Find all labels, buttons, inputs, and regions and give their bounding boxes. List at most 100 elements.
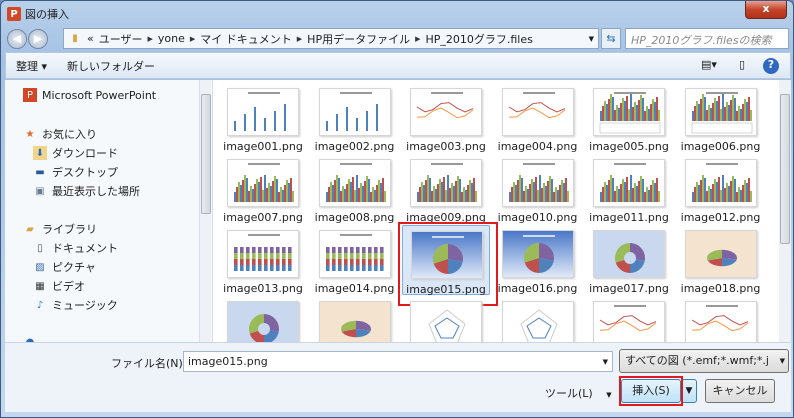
file-item[interactable]: image007.png [219,154,307,224]
bar-chart-thumbnail-icon [227,88,299,136]
file-item[interactable]: image013.png [219,225,307,295]
powerpoint-icon: P [7,7,21,21]
scroll-thumb[interactable] [201,94,211,214]
bar3-chart-thumbnail-icon [684,159,757,207]
file-item[interactable]: image008.png [311,154,399,224]
bar3-chart-thumbnail-icon [318,159,391,207]
file-item[interactable]: image011.png [585,154,673,224]
title-bar: P 図の挿入 [7,5,69,23]
recent-places-icon: ▣ [35,185,45,197]
sidebar-scrollbar[interactable] [199,80,211,342]
sidebar-item-label: ドキュメント [52,242,118,255]
insert-picture-dialog: P 図の挿入 x ◀ ▶ ▮ « ユーザー ▶ yone ▶ マイ ドキュメント ▶ HP用デ… [0,0,794,418]
filename-label: ファイル名(N): [111,357,187,370]
chevron-down-icon[interactable]: ▼ [603,358,608,366]
breadcrumb-item[interactable]: マイ ドキュメント [200,31,292,47]
file-item[interactable]: image024.png [677,296,765,342]
sidebar-item[interactable]: ▦ ビデオ [33,278,85,294]
breadcrumb-item[interactable]: « [87,32,94,45]
close-button[interactable]: x [745,1,787,19]
tools-label: ツール(L) [545,387,593,400]
search-input[interactable]: HP_2010グラフ.filesの検索 [625,28,789,49]
back-button[interactable]: ◀ [7,29,27,49]
preview-pane-icon[interactable]: ▯ [734,58,750,74]
filename-input[interactable]: image015.png ▼ [183,351,613,372]
bar3-chart-thumbnail-icon [593,159,665,207]
sidebar-item-label: ダウンロード [52,147,118,160]
forward-button[interactable]: ▶ [28,29,48,49]
filename-value: image015.png [188,355,268,368]
file-item[interactable]: image022.png [494,296,582,342]
file-item[interactable]: image006.png [677,83,765,153]
filetype-select[interactable]: すべての図 (*.emf;*.wmf;*.j ▼ [619,349,789,373]
file-name: image011.png [589,211,669,224]
pictures-icon: ▨ [35,261,45,273]
sidebar-item[interactable]: ▯ ドキュメント [33,240,118,256]
cancel-button[interactable]: キャンセル [705,379,775,403]
navigation-pane: P Microsoft PowerPoint ★ お気に入り ⬇ ダウンロード ▬ デスクトッ… [5,80,213,342]
radar-chart-thumbnail-icon [501,301,574,342]
sidebar-item-label: ライブラリ [42,223,97,236]
chevron-down-icon: ▼ [606,391,612,399]
refresh-button[interactable]: ⇆ [601,28,621,49]
breadcrumb-separator-icon[interactable]: ▶ [415,35,420,43]
file-item[interactable]: image017.png [585,225,673,295]
chevron-down-icon: ▼ [779,357,785,365]
tools-button[interactable]: ツール(L) ▼ [545,385,612,401]
file-item[interactable]: image020.png [311,296,399,342]
breadcrumb-separator-icon[interactable]: ▶ [297,35,302,43]
scroll-thumb[interactable] [780,94,790,244]
pie-chart-thumbnail-icon [411,231,483,279]
insert-dropdown-button[interactable]: ▼ [681,379,697,403]
file-item[interactable]: image010.png [494,154,582,224]
sidebar-item[interactable]: ♪ ミュージック [33,297,118,313]
sidebar-item[interactable]: ▰ ライブラリ [23,221,97,237]
breadcrumb-item[interactable]: ユーザー [99,31,143,47]
file-item[interactable]: image015.png [398,222,498,306]
sidebar-item[interactable]: ▬ デスクトップ [33,164,118,180]
file-item[interactable]: image016.png [494,225,582,295]
line-chart-thumbnail-icon [593,301,665,342]
sidebar-item[interactable]: ⬇ ダウンロード [33,145,118,161]
file-name: image018.png [680,282,761,295]
file-item[interactable]: image021.png [402,296,490,342]
breadcrumb-separator-icon[interactable]: ▶ [148,35,153,43]
breadcrumb-item[interactable]: yone [158,32,185,45]
file-item[interactable]: image018.png [677,225,765,295]
file-item[interactable]: image001.png [219,83,307,153]
file-item[interactable]: image002.png [311,83,399,153]
breadcrumb-item[interactable]: HP_2010グラフ.files [425,31,532,47]
view-options-icon[interactable]: ▤▾ [701,58,717,74]
file-item[interactable]: image019.png [219,296,307,342]
sidebar-item[interactable]: P Microsoft PowerPoint [23,88,156,102]
video-icon: ▦ [35,280,45,292]
file-item[interactable]: image014.png [311,225,399,295]
sidebar-item[interactable]: ★ お気に入り [23,126,97,142]
file-item[interactable]: image009.png [402,154,490,224]
sidebar-item[interactable]: ● [23,335,37,343]
sidebar-item-label: お気に入り [42,128,97,141]
file-name: image001.png [223,140,303,153]
file-item[interactable]: image004.png [494,83,582,153]
sidebar-item[interactable]: ▣ 最近表示した場所 [33,183,140,199]
help-icon[interactable]: ? [763,58,779,74]
sidebar-item-label: ピクチャ [52,261,96,274]
file-name: image012.png [680,211,761,224]
new-folder-button[interactable]: 新しいフォルダー [57,58,165,74]
file-item[interactable]: image003.png [402,83,490,153]
file-item[interactable]: image023.png [585,296,673,342]
address-dropdown-icon[interactable]: ▼ [589,35,594,43]
sidebar-item[interactable]: ▨ ピクチャ [33,259,96,275]
file-name: image007.png [223,211,303,224]
file-item[interactable]: image005.png [585,83,673,153]
line-chart-thumbnail-icon [684,301,757,342]
file-name: image002.png [314,140,395,153]
stacked-chart-thumbnail-icon [318,230,391,278]
file-item[interactable]: image012.png [677,154,765,224]
organize-button[interactable]: 整理 ▾ [6,58,57,74]
line-chart-thumbnail-icon [410,88,482,136]
address-bar[interactable]: ▮ « ユーザー ▶ yone ▶ マイ ドキュメント ▶ HP用データファイル ▶ HP_201… [63,28,599,49]
file-list-scrollbar[interactable] [779,80,791,342]
breadcrumb-separator-icon[interactable]: ▶ [190,35,195,43]
breadcrumb-item[interactable]: HP用データファイル [307,31,410,47]
